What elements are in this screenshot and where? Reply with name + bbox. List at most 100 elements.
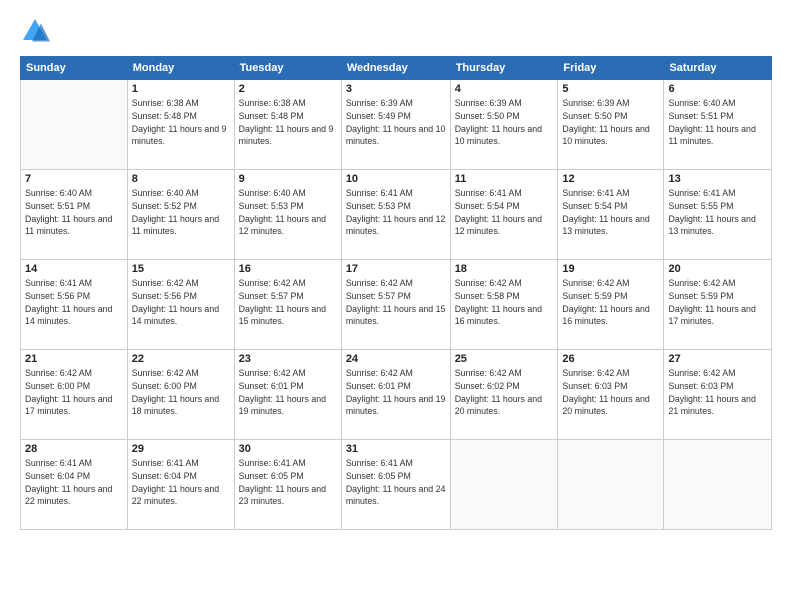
day-cell: 24Sunrise: 6:42 AMSunset: 6:01 PMDayligh… — [341, 350, 450, 440]
day-cell: 11Sunrise: 6:41 AMSunset: 5:54 PMDayligh… — [450, 170, 558, 260]
day-cell: 19Sunrise: 6:42 AMSunset: 5:59 PMDayligh… — [558, 260, 664, 350]
day-number: 17 — [346, 263, 446, 275]
weekday-sunday: Sunday — [21, 57, 128, 80]
day-number: 11 — [455, 173, 554, 185]
day-number: 21 — [25, 353, 123, 365]
cell-info: Sunrise: 6:42 AMSunset: 6:02 PMDaylight:… — [455, 367, 554, 418]
cell-info: Sunrise: 6:39 AMSunset: 5:49 PMDaylight:… — [346, 97, 446, 148]
cell-info: Sunrise: 6:42 AMSunset: 5:59 PMDaylight:… — [562, 277, 659, 328]
day-cell: 16 Sunrise: 6:42 AMSunset: 5:57 PMDayligh… — [234, 260, 341, 350]
weekday-tuesday: Tuesday — [234, 57, 341, 80]
day-cell: 2Sunrise: 6:38 AMSunset: 5:48 PMDaylight… — [234, 80, 341, 170]
page: SundayMondayTuesdayWednesdayThursdayFrid… — [0, 0, 792, 612]
day-cell: 3 Sunrise: 6:39 AMSunset: 5:49 PMDaylight… — [341, 80, 450, 170]
week-row-1: 1Sunrise: 6:38 AMSunset: 5:48 PMDaylight… — [21, 80, 772, 170]
day-number: 29 — [132, 443, 230, 455]
week-row-5: 28 Sunrise: 6:41 AMSunset: 6:04 PMDayligh… — [21, 440, 772, 530]
day-number: 8 — [132, 173, 230, 185]
day-number: 28 — [25, 443, 123, 455]
day-cell: 10 Sunrise: 6:41 AMSunset: 5:53 PMDayligh… — [341, 170, 450, 260]
day-cell: 18 Sunrise: 6:42 AMSunset: 5:58 PMDayligh… — [450, 260, 558, 350]
day-number: 15 — [132, 263, 230, 275]
header — [20, 16, 772, 46]
day-cell: 31 Sunrise: 6:41 AMSunset: 6:05 PMDayligh… — [341, 440, 450, 530]
cell-info: Sunrise: 6:39 AMSunset: 5:50 PMDaylight:… — [455, 97, 554, 148]
day-cell: 7 Sunrise: 6:40 AMSunset: 5:51 PMDaylight… — [21, 170, 128, 260]
week-row-2: 7 Sunrise: 6:40 AMSunset: 5:51 PMDaylight… — [21, 170, 772, 260]
weekday-thursday: Thursday — [450, 57, 558, 80]
day-number: 9 — [239, 173, 337, 185]
day-cell: 28 Sunrise: 6:41 AMSunset: 6:04 PMDayligh… — [21, 440, 128, 530]
day-cell: 5 Sunrise: 6:39 AMSunset: 5:50 PMDaylight… — [558, 80, 664, 170]
day-cell — [450, 440, 558, 530]
day-number: 30 — [239, 443, 337, 455]
day-cell: 6Sunrise: 6:40 AMSunset: 5:51 PMDaylight… — [664, 80, 772, 170]
day-cell: 15 Sunrise: 6:42 AMSunset: 5:56 PMDayligh… — [127, 260, 234, 350]
day-number: 25 — [455, 353, 554, 365]
cell-info: Sunrise: 6:42 AMSunset: 5:58 PMDaylight:… — [455, 277, 554, 328]
cell-info: Sunrise: 6:42 AMSunset: 5:57 PMDaylight:… — [239, 277, 337, 328]
cell-info: Sunrise: 6:42 AMSunset: 5:59 PMDaylight:… — [668, 277, 767, 328]
weekday-friday: Friday — [558, 57, 664, 80]
day-number: 31 — [346, 443, 446, 455]
cell-info: Sunrise: 6:42 AMSunset: 6:01 PMDaylight:… — [346, 367, 446, 418]
day-cell: 13 Sunrise: 6:41 AMSunset: 5:55 PMDayligh… — [664, 170, 772, 260]
day-cell: 12Sunrise: 6:41 AMSunset: 5:54 PMDayligh… — [558, 170, 664, 260]
week-row-3: 14Sunrise: 6:41 AMSunset: 5:56 PMDayligh… — [21, 260, 772, 350]
day-cell: 29 Sunrise: 6:41 AMSunset: 6:04 PMDayligh… — [127, 440, 234, 530]
day-number: 3 — [346, 83, 446, 95]
day-cell: 8 Sunrise: 6:40 AMSunset: 5:52 PMDaylight… — [127, 170, 234, 260]
cell-info: Sunrise: 6:41 AMSunset: 6:05 PMDaylight:… — [239, 457, 337, 508]
cell-info: Sunrise: 6:42 AMSunset: 6:00 PMDaylight:… — [25, 367, 123, 418]
day-cell: 1Sunrise: 6:38 AMSunset: 5:48 PMDaylight… — [127, 80, 234, 170]
cell-info: Sunrise: 6:41 AMSunset: 6:05 PMDaylight:… — [346, 457, 446, 508]
day-number: 18 — [455, 263, 554, 275]
day-number: 2 — [239, 83, 337, 95]
day-cell: 23 Sunrise: 6:42 AMSunset: 6:01 PMDayligh… — [234, 350, 341, 440]
cell-info: Sunrise: 6:40 AMSunset: 5:52 PMDaylight:… — [132, 187, 230, 238]
week-row-4: 21 Sunrise: 6:42 AMSunset: 6:00 PMDayligh… — [21, 350, 772, 440]
day-number: 13 — [668, 173, 767, 185]
cell-info: Sunrise: 6:42 AMSunset: 6:03 PMDaylight:… — [668, 367, 767, 418]
cell-info: Sunrise: 6:42 AMSunset: 6:01 PMDaylight:… — [239, 367, 337, 418]
weekday-monday: Monday — [127, 57, 234, 80]
logo-icon — [20, 16, 50, 46]
day-cell: 27Sunrise: 6:42 AMSunset: 6:03 PMDayligh… — [664, 350, 772, 440]
cell-info: Sunrise: 6:42 AMSunset: 6:03 PMDaylight:… — [562, 367, 659, 418]
day-number: 26 — [562, 353, 659, 365]
weekday-wednesday: Wednesday — [341, 57, 450, 80]
day-cell: 14Sunrise: 6:41 AMSunset: 5:56 PMDayligh… — [21, 260, 128, 350]
day-cell: 21 Sunrise: 6:42 AMSunset: 6:00 PMDayligh… — [21, 350, 128, 440]
day-cell — [21, 80, 128, 170]
day-cell: 26 Sunrise: 6:42 AMSunset: 6:03 PMDayligh… — [558, 350, 664, 440]
day-cell: 30 Sunrise: 6:41 AMSunset: 6:05 PMDayligh… — [234, 440, 341, 530]
cell-info: Sunrise: 6:41 AMSunset: 6:04 PMDaylight:… — [132, 457, 230, 508]
day-cell — [664, 440, 772, 530]
cell-info: Sunrise: 6:41 AMSunset: 6:04 PMDaylight:… — [25, 457, 123, 508]
cell-info: Sunrise: 6:42 AMSunset: 6:00 PMDaylight:… — [132, 367, 230, 418]
calendar: SundayMondayTuesdayWednesdayThursdayFrid… — [20, 56, 772, 530]
cell-info: Sunrise: 6:41 AMSunset: 5:53 PMDaylight:… — [346, 187, 446, 238]
cell-info: Sunrise: 6:42 AMSunset: 5:57 PMDaylight:… — [346, 277, 446, 328]
day-number: 16 — [239, 263, 337, 275]
day-number: 7 — [25, 173, 123, 185]
day-number: 10 — [346, 173, 446, 185]
day-number: 23 — [239, 353, 337, 365]
weekday-saturday: Saturday — [664, 57, 772, 80]
day-cell: 20 Sunrise: 6:42 AMSunset: 5:59 PMDayligh… — [664, 260, 772, 350]
day-number: 4 — [455, 83, 554, 95]
day-cell: 17 Sunrise: 6:42 AMSunset: 5:57 PMDayligh… — [341, 260, 450, 350]
day-number: 6 — [668, 83, 767, 95]
day-number: 14 — [25, 263, 123, 275]
day-cell: 9Sunrise: 6:40 AMSunset: 5:53 PMDaylight… — [234, 170, 341, 260]
day-number: 5 — [562, 83, 659, 95]
day-number: 20 — [668, 263, 767, 275]
cell-info: Sunrise: 6:40 AMSunset: 5:51 PMDaylight:… — [25, 187, 123, 238]
logo — [20, 16, 54, 46]
day-cell — [558, 440, 664, 530]
cell-info: Sunrise: 6:41 AMSunset: 5:55 PMDaylight:… — [668, 187, 767, 238]
cell-info: Sunrise: 6:42 AMSunset: 5:56 PMDaylight:… — [132, 277, 230, 328]
day-number: 22 — [132, 353, 230, 365]
weekday-header-row: SundayMondayTuesdayWednesdayThursdayFrid… — [21, 57, 772, 80]
cell-info: Sunrise: 6:39 AMSunset: 5:50 PMDaylight:… — [562, 97, 659, 148]
